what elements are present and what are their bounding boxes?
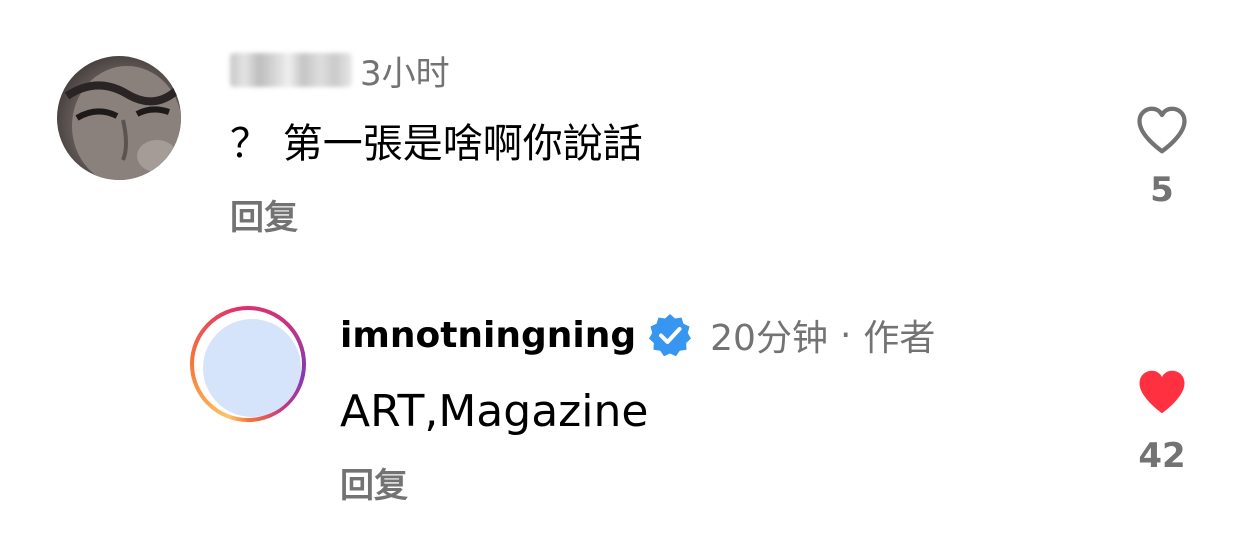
like-count: 42 [1138, 436, 1186, 476]
author-avatar [203, 319, 301, 417]
heart-filled-icon[interactable] [1132, 362, 1192, 422]
comment-text: ART,Magazine [340, 386, 649, 437]
story-ring-avatar[interactable] [190, 306, 306, 422]
comment-timestamp: 20分钟 [710, 318, 828, 359]
reply-button[interactable]: 回复 [340, 458, 408, 507]
author-label: 作者 [863, 318, 936, 359]
separator-dot: · [839, 314, 852, 356]
verified-badge-icon [649, 314, 692, 357]
comment-item: imnotningning 20分钟 · 作者 ART,Magazine 回复 … [0, 0, 1260, 542]
comment-meta: imnotningning 20分钟 · 作者 [340, 308, 935, 362]
comment-username[interactable]: imnotningning [340, 315, 636, 356]
